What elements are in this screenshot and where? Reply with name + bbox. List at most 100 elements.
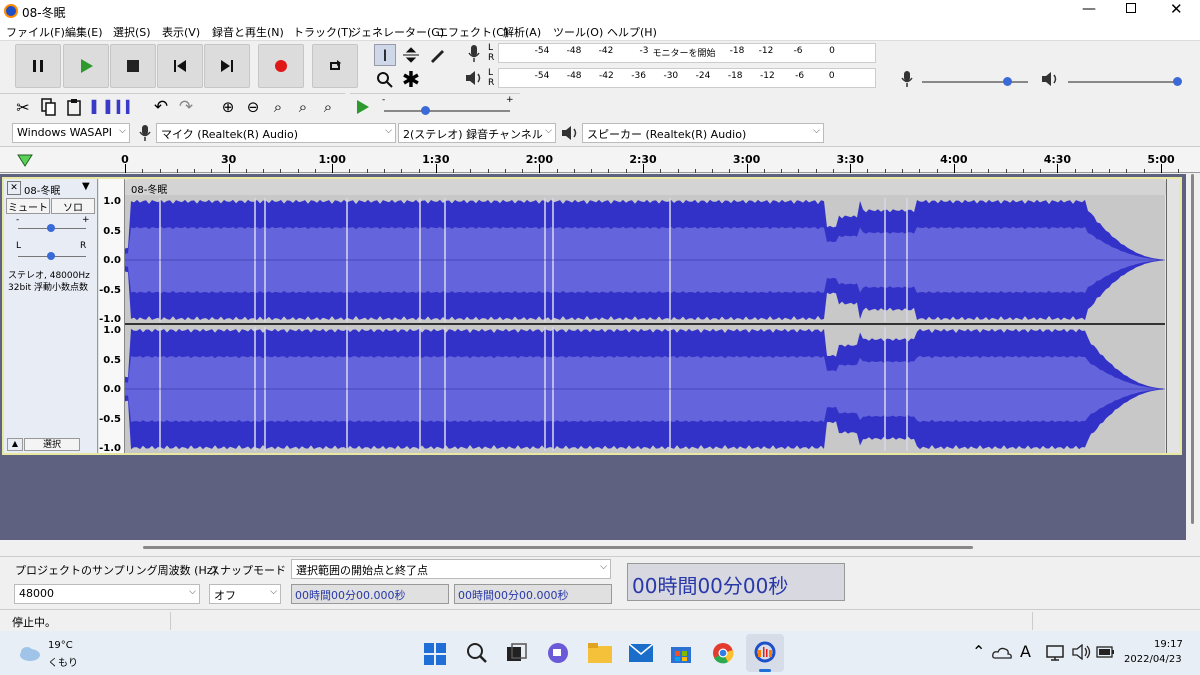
track-name-menu[interactable]: 08-冬眠: [24, 182, 60, 197]
copy-button[interactable]: [38, 96, 60, 118]
weather-condition[interactable]: くもり: [48, 654, 78, 669]
display-icon[interactable]: [1046, 644, 1066, 662]
start-windows-icon[interactable]: [424, 643, 446, 665]
multi-tool[interactable]: ✱: [400, 68, 422, 93]
track-menu-arrow-icon[interactable]: ▼: [82, 181, 90, 192]
envelope-tool[interactable]: [400, 44, 422, 66]
recording-channels-select[interactable]: 2(ステレオ) 録音チャンネル ⌵: [398, 123, 556, 143]
playback-meter[interactable]: -54 -48 -42 -36 -30 -24 -18 -12 -6 0: [498, 68, 876, 88]
menu-tools[interactable]: ツール(O): [553, 24, 603, 40]
recording-meter[interactable]: -54 -48 -42 -3 モニターを開始 -18 -12 -6 0: [498, 43, 876, 63]
selection-start-field[interactable]: 00時間00分00.000秒: [291, 584, 449, 604]
play-speed-slider[interactable]: [384, 110, 510, 112]
cut-button[interactable]: ✂: [12, 96, 34, 118]
volume-icon[interactable]: [1072, 644, 1092, 660]
chat-icon[interactable]: [546, 642, 570, 664]
audacity-taskbar-button[interactable]: [746, 634, 784, 672]
play-button[interactable]: [63, 44, 109, 88]
playback-device-select[interactable]: スピーカー (Realtek(R) Audio) ⌵: [582, 123, 824, 143]
clock-time[interactable]: 19:17: [1154, 639, 1183, 650]
fit-project-button[interactable]: ⌕: [292, 96, 314, 118]
collapse-track-icon[interactable]: ▲: [7, 438, 23, 451]
time-display[interactable]: 00時間00分00秒: [627, 563, 845, 601]
snap-mode-select[interactable]: オフ ⌵: [209, 584, 281, 604]
play-meter-r: R: [488, 78, 495, 88]
maximize-button[interactable]: [1126, 3, 1136, 13]
track-end-area: [1166, 179, 1180, 453]
audio-host-select[interactable]: Windows WASAPI ⌵: [12, 123, 130, 143]
solo-button[interactable]: ソロ: [51, 198, 95, 214]
select-track-button[interactable]: 選択: [24, 438, 80, 451]
pan-thumb[interactable]: [47, 252, 55, 260]
selection-tool[interactable]: I: [374, 44, 396, 66]
loop-button[interactable]: [312, 44, 358, 88]
play-speed-thumb[interactable]: [421, 106, 430, 115]
zoom-out-button[interactable]: ⊖: [242, 96, 264, 118]
mail-icon[interactable]: [629, 644, 653, 662]
selection-end-field[interactable]: 00時間00分00.000秒: [454, 584, 612, 604]
menu-select[interactable]: 選択(S): [113, 24, 151, 40]
record-button[interactable]: [258, 44, 304, 88]
vertical-scroll-thumb[interactable]: [1191, 174, 1194, 524]
menu-effect[interactable]: エフェクト(C): [437, 24, 508, 40]
timeline-ruler[interactable]: 0 30 1:00 1:30 2:00 2:30 3:00 3:30 4:00 4:30 5:00: [0, 146, 1200, 173]
draw-tool[interactable]: [426, 44, 448, 66]
menu-view[interactable]: 表示(V): [162, 24, 200, 40]
stop-button[interactable]: [110, 44, 156, 88]
store-icon[interactable]: [670, 642, 692, 664]
track-close-button[interactable]: ✕: [7, 181, 21, 195]
selection-mode-select[interactable]: 選択範囲の開始点と終了点 ⌵: [291, 559, 611, 579]
file-explorer-icon[interactable]: [588, 643, 612, 663]
redo-button[interactable]: ↷: [175, 96, 197, 118]
clip-header[interactable]: 08-冬眠: [125, 179, 1166, 196]
menu-analyze[interactable]: 解析(A): [503, 24, 541, 40]
recording-device-select[interactable]: マイク (Realtek(R) Audio) ⌵: [156, 123, 396, 143]
zoom-tool[interactable]: [374, 69, 396, 91]
vertical-scrollbar[interactable]: [1186, 174, 1200, 540]
zoom-in-button[interactable]: ⊕: [217, 96, 239, 118]
trim-button[interactable]: ▌▐: [90, 96, 112, 118]
loop-icon: [330, 60, 341, 70]
amplitude-label: -1.0: [99, 443, 121, 454]
chrome-icon[interactable]: [712, 642, 734, 664]
task-view-icon[interactable]: [506, 643, 528, 663]
playback-volume-slider[interactable]: [1068, 81, 1178, 83]
stop-icon: [127, 60, 139, 72]
gain-thumb[interactable]: [47, 224, 55, 232]
silence-button[interactable]: ▍▍: [115, 96, 137, 118]
menu-generate[interactable]: ジェネレーター(G): [350, 24, 444, 40]
playback-volume-thumb[interactable]: [1173, 77, 1182, 86]
fit-selection-button[interactable]: ⌕: [267, 96, 289, 118]
clock-date[interactable]: 2022/04/23: [1124, 654, 1182, 665]
close-button[interactable]: ✕: [1170, 0, 1183, 18]
minimize-button[interactable]: —: [1082, 1, 1096, 17]
ruler-minor-tick: [573, 169, 575, 173]
recording-volume-slider[interactable]: [922, 81, 1028, 83]
undo-button[interactable]: ↶: [150, 96, 172, 118]
horizontal-scroll-thumb[interactable]: [143, 546, 973, 549]
horizontal-scrollbar[interactable]: [0, 540, 1200, 556]
search-icon[interactable]: [466, 642, 488, 664]
menu-file[interactable]: ファイル(F): [6, 24, 65, 40]
recording-volume-thumb[interactable]: [1003, 77, 1012, 86]
battery-icon[interactable]: [1096, 646, 1116, 658]
ime-indicator[interactable]: A: [1020, 642, 1031, 661]
play-at-speed-icon[interactable]: [356, 99, 370, 115]
menu-edit[interactable]: 編集(E): [65, 24, 103, 40]
menu-tracks[interactable]: トラック(T): [293, 24, 352, 40]
mute-button[interactable]: ミュート: [6, 198, 50, 214]
paste-button[interactable]: [63, 96, 85, 118]
zoom-toggle-button[interactable]: ⌕: [317, 96, 339, 118]
waveform[interactable]: [125, 195, 1166, 453]
tray-chevron-icon[interactable]: ⌃: [972, 642, 985, 661]
weather-temp[interactable]: 19°C: [48, 640, 73, 651]
pause-button[interactable]: [15, 44, 61, 88]
menu-transport[interactable]: 録音と再生(N): [212, 24, 284, 40]
ruler-minor-tick: [1178, 169, 1180, 173]
menu-help[interactable]: ヘルプ(H): [607, 24, 657, 40]
project-rate-select[interactable]: 48000 ⌵: [14, 584, 200, 604]
skip-start-button[interactable]: [157, 44, 203, 88]
onedrive-cloud-icon[interactable]: [992, 646, 1012, 660]
skip-end-button[interactable]: [204, 44, 250, 88]
weather-cloud-icon[interactable]: [18, 644, 42, 662]
